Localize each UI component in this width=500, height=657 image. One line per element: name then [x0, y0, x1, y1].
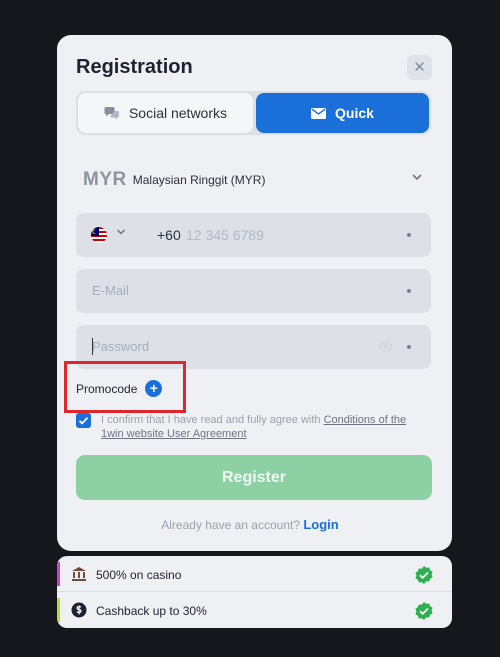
eye-icon[interactable]: [379, 341, 393, 352]
agreement-text: I confirm that I have read and fully agr…: [101, 413, 421, 441]
modal-title: Registration: [76, 56, 193, 78]
register-button[interactable]: Register: [76, 455, 432, 500]
tab-social-networks[interactable]: Social networks: [78, 93, 253, 133]
required-dot-icon: [407, 289, 411, 293]
currency-select[interactable]: MYR Malaysian Ringgit (MYR): [76, 162, 431, 198]
promocode-label: Promocode: [76, 381, 138, 396]
currency-name: Malaysian Ringgit (MYR): [132, 173, 266, 187]
bonus-panel: 500% on casino Cashback up to 30%: [57, 556, 452, 628]
casino-icon: [72, 567, 86, 581]
registration-tabs: Social networks Quick: [76, 91, 431, 135]
promocode-toggle[interactable]: Promocode +: [76, 380, 163, 397]
tab-social-networks-label: Social networks: [128, 105, 228, 121]
check-badge-icon: [415, 566, 433, 584]
tab-quick[interactable]: Quick: [256, 93, 429, 133]
bonus-item: 500% on casino: [57, 556, 452, 592]
email-field[interactable]: E-Mail: [76, 269, 431, 313]
text-caret: [92, 338, 93, 355]
country-chevron-down-icon[interactable]: [116, 228, 126, 236]
close-icon: ✕: [413, 59, 426, 76]
bonus-accent: [57, 562, 60, 586]
close-button[interactable]: ✕: [407, 55, 432, 80]
required-dot-icon: [407, 233, 411, 237]
tab-quick-label: Quick: [335, 105, 374, 121]
chevron-down-icon: [412, 174, 422, 181]
login-row: Already have an account? Login: [0, 517, 500, 532]
phone-input[interactable]: 12 345 6789: [186, 227, 264, 243]
chat-bubbles-icon: [104, 107, 119, 120]
phone-field: +60 12 345 6789: [76, 213, 431, 257]
agreement-prefix: I confirm that I have read and fully agr…: [101, 414, 324, 426]
agreement-checkbox[interactable]: [76, 413, 91, 428]
envelope-icon: [311, 107, 327, 119]
cashback-icon: [71, 602, 87, 618]
plus-icon: +: [145, 380, 163, 397]
malaysia-flag-icon[interactable]: [91, 227, 107, 243]
login-link[interactable]: Login: [303, 517, 338, 532]
currency-code: MYR: [83, 169, 127, 190]
check-badge-icon: [415, 602, 433, 620]
bonus-accent: [57, 598, 60, 622]
login-prompt: Already have an account?: [161, 518, 301, 532]
phone-prefix: +60: [157, 227, 181, 243]
password-placeholder: Password: [92, 339, 150, 354]
required-dot-icon: [407, 345, 411, 349]
email-placeholder: E-Mail: [92, 283, 129, 298]
bonus-item: Cashback up to 30%: [57, 592, 452, 628]
bonus-label: Cashback up to 30%: [96, 604, 207, 618]
bonus-label: 500% on casino: [96, 568, 182, 582]
